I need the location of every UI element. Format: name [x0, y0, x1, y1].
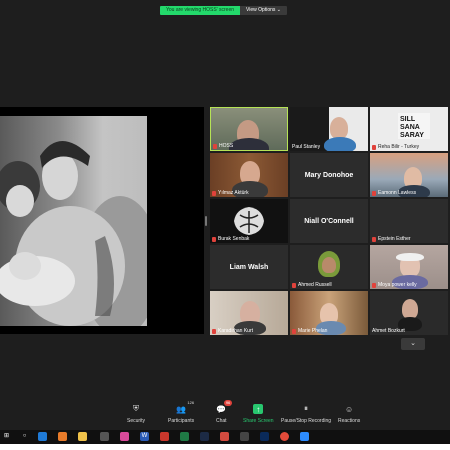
- participant-tile[interactable]: Mary Donohoe: [290, 153, 368, 197]
- app-icon[interactable]: [120, 432, 129, 441]
- participant-name-display: Niall O'Connell: [304, 217, 354, 225]
- participant-name: Ahmed Russell: [298, 282, 332, 288]
- share-screen-label: Share Screen: [243, 418, 274, 424]
- participant-tile[interactable]: Ahmed Russell: [290, 245, 368, 289]
- windows-icon[interactable]: ⊞: [2, 432, 11, 441]
- shared-photo: [0, 116, 147, 326]
- participants-label: Participants: [168, 418, 195, 424]
- chrome-icon[interactable]: [280, 432, 289, 441]
- next-page-button[interactable]: ⌄: [401, 338, 425, 350]
- participant-tile[interactable]: Niall O'Connell: [290, 199, 368, 243]
- app-icon[interactable]: [100, 432, 109, 441]
- security-button[interactable]: ⛨ Security: [127, 404, 145, 424]
- chat-badge: 96: [223, 400, 233, 406]
- participant-tile[interactable]: Paul Stanley: [290, 107, 368, 151]
- zoom-icon[interactable]: [300, 432, 309, 441]
- view-options-button[interactable]: View Options ⌄: [240, 6, 287, 15]
- svg-text:SARAY: SARAY: [400, 132, 424, 139]
- app-icon[interactable]: [240, 432, 249, 441]
- meeting-toolbar: ⛨ Security 👥 126 Participants 💬 96 Chat ↑ …: [0, 400, 450, 430]
- windows-taskbar: ⊞ ○ W: [0, 430, 450, 444]
- participant-name: HOSS: [219, 143, 234, 149]
- banner-message: You are viewing HOSS' screen: [160, 6, 241, 15]
- pause-stop-icon: ⏸: [304, 404, 309, 413]
- participant-tile[interactable]: Yılmaz Aktürk: [210, 153, 288, 197]
- lr-icon[interactable]: [200, 432, 209, 441]
- mic-muted-icon: [212, 190, 216, 196]
- mic-muted-icon: [213, 143, 217, 149]
- mic-muted-icon: [212, 328, 216, 334]
- participant-tile[interactable]: Ahmet Bozkurt: [370, 291, 448, 335]
- window-bottom-strip: [0, 444, 450, 450]
- participant-tile[interactable]: HOSS: [210, 107, 288, 151]
- reactions-label: Reactions: [338, 418, 361, 424]
- share-screen-button[interactable]: ↑ Share Screen: [243, 404, 274, 424]
- participant-tile[interactable]: SILL SANA SARAY Reha Bilir - Turkey: [370, 107, 448, 151]
- shield-icon: ⛨: [133, 404, 140, 413]
- svg-text:SILL: SILL: [400, 116, 416, 123]
- shared-screen: [0, 107, 204, 334]
- participants-button[interactable]: 👥 126 Participants: [168, 400, 195, 424]
- participant-name: Burak Senbak: [218, 236, 250, 242]
- word-icon[interactable]: W: [140, 432, 149, 441]
- participant-name: Marie Phelan: [298, 328, 328, 334]
- mic-muted-icon: [292, 328, 296, 334]
- participant-count: 126: [187, 400, 195, 405]
- mic-muted-icon: [372, 190, 376, 196]
- participant-name: Moya power kelly: [378, 282, 417, 288]
- participant-name: Epstein Esther: [378, 236, 411, 242]
- mic-muted-icon: [212, 236, 216, 242]
- participant-name: Ahmet Bozkurt: [372, 328, 405, 334]
- participant-tile[interactable]: Liam Walsh: [210, 245, 288, 289]
- participant-tile[interactable]: Karadirhan Kurt: [210, 291, 288, 335]
- participant-name-display: Liam Walsh: [229, 263, 269, 271]
- ps-icon[interactable]: [260, 432, 269, 441]
- mic-muted-icon: [372, 144, 376, 150]
- screen-share-banner: You are viewing HOSS' screen View Option…: [160, 6, 287, 15]
- reactions-button[interactable]: ☺ Reactions: [338, 404, 361, 425]
- participant-tile[interactable]: Moya power kelly: [370, 245, 448, 289]
- share-screen-icon: ↑: [253, 404, 264, 414]
- chevron-down-icon: ⌄: [410, 340, 416, 347]
- store-icon[interactable]: [58, 432, 67, 441]
- recording-button[interactable]: ⏸ Pause/Stop Recording: [281, 404, 331, 424]
- svg-text:SANA: SANA: [400, 124, 420, 131]
- participant-name: Karadirhan Kurt: [218, 328, 254, 334]
- participant-name: Reha Bilir - Turkey: [378, 144, 420, 150]
- chat-label: Chat: [216, 418, 227, 424]
- mic-muted-icon: [372, 236, 376, 242]
- explorer-icon[interactable]: [78, 432, 87, 441]
- participant-name: Paul Stanley: [292, 144, 321, 150]
- security-label: Security: [127, 418, 146, 424]
- search-icon[interactable]: ○: [20, 432, 29, 441]
- participant-tile[interactable]: Marie Phelan: [290, 291, 368, 335]
- app-icon[interactable]: [160, 432, 169, 441]
- edge-icon[interactable]: [38, 432, 47, 441]
- family-photo-image: [0, 141, 147, 326]
- participant-tile[interactable]: Eamonn Lawless: [370, 153, 448, 197]
- participant-name-display: Mary Donohoe: [304, 171, 354, 179]
- participant-tile[interactable]: Burak Senbak: [210, 199, 288, 243]
- smiley-icon: ☺: [345, 404, 354, 414]
- recording-label: Pause/Stop Recording: [281, 418, 332, 424]
- chat-icon: 💬 96: [216, 400, 233, 414]
- excel-icon[interactable]: [180, 432, 189, 441]
- participant-name: Eamonn Lawless: [378, 190, 417, 196]
- app-icon[interactable]: [220, 432, 229, 441]
- participant-name: Yılmaz Aktürk: [218, 190, 249, 196]
- chat-button[interactable]: 💬 96 Chat: [216, 400, 233, 424]
- people-icon: 👥 126: [176, 400, 195, 414]
- participant-tile[interactable]: Epstein Esther: [370, 199, 448, 243]
- mic-muted-icon: [292, 282, 296, 288]
- mic-muted-icon: [372, 282, 376, 288]
- split-view-divider[interactable]: [205, 216, 207, 226]
